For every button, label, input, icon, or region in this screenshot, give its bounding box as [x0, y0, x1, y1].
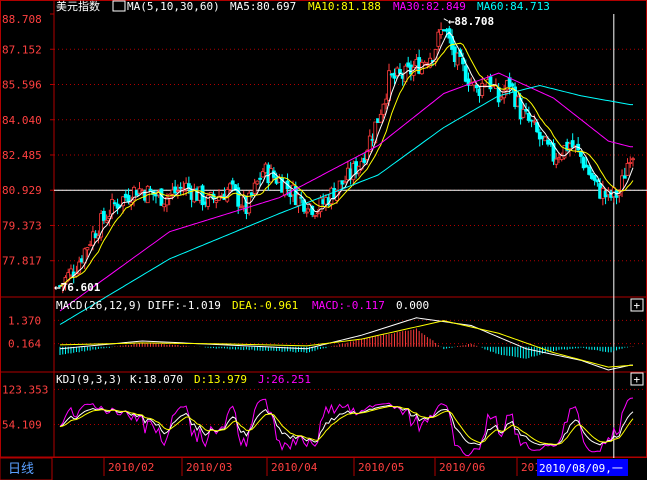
y-tick-label: 85.596	[2, 79, 42, 92]
month-label: 2010/06	[439, 461, 485, 474]
candle-body	[175, 190, 180, 193]
macd-y-tick-label: 0.164	[8, 338, 41, 351]
axis-labels: 88.708 87.152 85.596 84.040 82.485 80.929 79.3…	[2, 13, 494, 431]
ma10-line	[59, 42, 634, 287]
kdj-k: K:18.070	[130, 373, 183, 386]
candle-body	[343, 181, 348, 184]
candle-body	[628, 162, 633, 164]
y-tick-label: 77.817	[2, 255, 42, 268]
stock-chart[interactable]: 88.708 87.152 85.596 84.040 82.485 80.929 79.3…	[0, 0, 647, 480]
candle-body	[422, 61, 427, 65]
macd-expand-button[interactable]: +	[630, 298, 644, 312]
kdj-y-tick-label: 54.109	[2, 418, 42, 431]
chart-frame	[0, 0, 647, 458]
macd-dea: DEA:-0.961	[232, 299, 298, 312]
y-tick-label: 88.708	[2, 13, 42, 26]
y-tick-label: 87.152	[2, 43, 42, 56]
candle-body	[112, 202, 117, 205]
month-label: 2010/02	[108, 461, 154, 474]
candle-body	[101, 210, 106, 221]
ma60-line	[59, 84, 633, 325]
candle-body	[85, 247, 90, 251]
macd-value: MACD:-0.117	[312, 299, 385, 312]
macd-diff: DIFF:-1.019	[148, 299, 221, 312]
y-tick-label: 79.373	[2, 219, 42, 232]
month-label: 2010/03	[186, 461, 232, 474]
candle-body	[296, 194, 301, 206]
cursor-date: 2010/08/09,一	[539, 462, 623, 475]
y-tick-label: 82.485	[2, 149, 42, 162]
month-label: 2010/04	[271, 461, 318, 474]
indicator-toggle-icon[interactable]	[112, 0, 126, 12]
candle-body	[474, 84, 479, 89]
candle-body	[239, 206, 243, 209]
kdj-j-line	[59, 397, 634, 457]
kdj-d: D:13.979	[194, 373, 247, 386]
candle-body	[378, 113, 383, 123]
month-label: 2010/05	[358, 461, 404, 474]
ma5-line	[59, 31, 634, 287]
y-tick-label: 84.040	[2, 114, 42, 127]
outer-border	[0, 0, 647, 458]
kdj-y-tick-label: 123.353	[2, 383, 48, 396]
macd-title: MACD(26,12,9)	[56, 299, 142, 312]
candle-body	[255, 180, 260, 185]
candle-body	[313, 214, 317, 217]
candle-body	[381, 103, 386, 115]
kdj-j: J:26.251	[258, 373, 311, 386]
candle-body	[622, 175, 627, 179]
candle-body	[625, 162, 630, 176]
chart-title: 美元指数	[56, 0, 100, 13]
candle-body	[228, 183, 232, 191]
candle-body	[230, 180, 235, 185]
kdj-expand-label: +	[634, 373, 641, 386]
macd-extra: 0.000	[396, 299, 429, 312]
ma60-value: MA60:84.713	[477, 0, 550, 13]
ma10-value: MA10:81.188	[308, 0, 381, 13]
candle-body	[532, 120, 537, 123]
ma30-value: MA30:82.849	[393, 0, 466, 13]
candle-body	[252, 182, 257, 194]
candle-body	[82, 248, 87, 264]
kdj-k-line	[59, 404, 634, 446]
candle-body	[510, 83, 515, 87]
ma5-value: MA5:80.697	[230, 0, 296, 13]
candle-body	[258, 177, 263, 180]
candle-body	[315, 212, 320, 215]
low-price-label: ←76.601	[54, 281, 101, 294]
candle-body	[526, 112, 531, 121]
candle-body	[631, 158, 635, 161]
candle-body	[104, 219, 109, 223]
candle-body	[579, 151, 583, 157]
y-tick-label: 80.929	[2, 184, 42, 197]
candle-body	[214, 200, 219, 203]
candle-body	[178, 186, 183, 189]
period-label: 日线	[8, 462, 34, 477]
kdj-expand-button[interactable]: +	[630, 372, 644, 386]
ma-params: MA(5,10,30,60)	[127, 0, 220, 13]
candle-body	[554, 158, 559, 165]
kdj-panel	[59, 397, 634, 457]
candlestick-series	[58, 22, 635, 294]
high-price-label: ←88.708	[448, 15, 494, 28]
candle-body	[304, 211, 309, 214]
macd-y-tick-label: 1.370	[8, 314, 41, 327]
candle-body	[110, 199, 114, 215]
candle-body	[148, 188, 153, 192]
macd-expand-label: +	[634, 299, 641, 312]
kdj-title: KDJ(9,3,3)	[56, 373, 122, 386]
grid-lines	[50, 13, 647, 458]
